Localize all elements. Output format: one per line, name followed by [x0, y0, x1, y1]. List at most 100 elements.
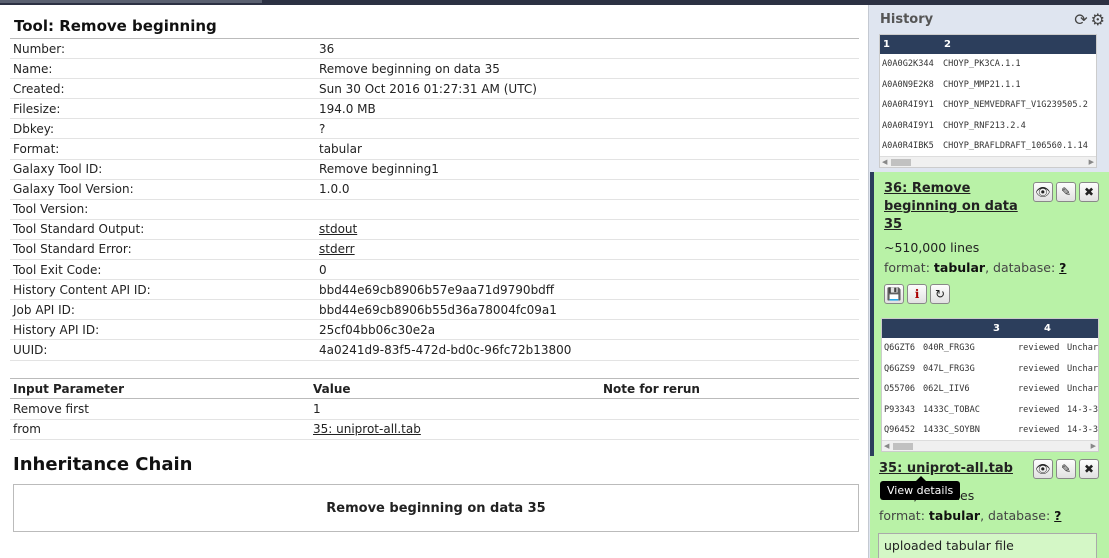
table-row: History API ID: 25cf04bb06c30e2a [10, 319, 859, 341]
peek-row: A0A0N9E2K8 CHOYP_MMP21.1.1 [882, 79, 1021, 90]
rerun-icon[interactable]: ↻ [930, 284, 950, 304]
column-header: Value [310, 378, 600, 399]
field-value: ? [316, 118, 859, 140]
field-label: Number: [10, 38, 316, 60]
input-dataset-link[interactable]: 35: uniprot-all.tab [313, 422, 421, 436]
eye-icon[interactable]: 👁 [1033, 182, 1053, 202]
peek-row: P933431433C_TOBACreviewed14-3-3-lik [884, 404, 1099, 415]
table-row: Tool Exit Code: 0 [10, 259, 859, 281]
peek-column-header: 4 [1044, 323, 1051, 334]
dataset-line-count: ~510,000 lines [884, 240, 980, 255]
history-dataset-36: 36: Remove beginning on data 35 👁 ✎ ✖ ~5… [870, 172, 1109, 500]
pencil-icon[interactable]: ✎ [1056, 459, 1076, 479]
table-row: Galaxy Tool ID: Remove beginning1 [10, 159, 859, 180]
refresh-icon[interactable]: ⟳ [1074, 10, 1087, 29]
peek-row: Q6GZT6040R_FRG3GreviewedUncharacte [884, 343, 1099, 353]
close-icon[interactable]: ✖ [1079, 182, 1099, 202]
peek-row: A0A0R4I9Y1 CHOYP_RNF213.2.4 [882, 120, 1026, 131]
field-value: bbd44e69cb8906b55d36a78004fc09a1 [316, 299, 859, 321]
table-row: Tool Standard Output: stdout [10, 219, 859, 240]
info-icon[interactable]: ℹ [907, 284, 927, 304]
param-name: Remove first [10, 398, 310, 420]
table-row: Dbkey:? [10, 118, 859, 140]
table-row: History Content API ID: bbd44e69cb8906b57… [10, 279, 859, 301]
field-value: 0 [316, 259, 859, 281]
save-icon[interactable]: 💾 [884, 284, 904, 304]
peek-column-header: 2 [944, 39, 951, 50]
dataset-peek: 3 4 Q6GZT6040R_FRG3GreviewedUncharacte Q… [881, 318, 1099, 452]
table-row: Created: Sun 30 Oct 2016 01:27:31 AM (UTC… [10, 78, 859, 100]
close-icon[interactable]: ✖ [1079, 459, 1099, 479]
field-label: UUID: [10, 339, 316, 361]
field-label: Format: [10, 138, 316, 160]
history-panel: History ⟳ ⚙ 1 2 A0A0G2K344 CHOYP_PK3CA.1.… [868, 5, 1109, 558]
param-note [600, 398, 859, 420]
peek-column-header: 1 [883, 39, 890, 50]
dataset-info-text: uploaded tabular file [878, 533, 1097, 558]
table-row: Job API ID: bbd44e69cb8906b55d36a78004fc0… [10, 299, 859, 321]
table-row: Remove first 1 [10, 398, 859, 420]
field-value: Remove beginning1 [316, 159, 859, 180]
param-value: 1 [310, 398, 600, 420]
field-value: bbd44e69cb8906b57e9aa71d9790bdff [316, 279, 859, 301]
peek-scrollbar[interactable]: ◀ ▶ [882, 440, 1098, 451]
field-label: Tool Version: [10, 199, 316, 220]
param-name: from [10, 419, 310, 440]
table-row: Tool Standard Error: stderr [10, 239, 859, 261]
field-label: Dbkey: [10, 118, 316, 140]
field-label: Tool Standard Error: [10, 239, 316, 261]
field-label: Job API ID: [10, 299, 316, 321]
field-label: Galaxy Tool ID: [10, 159, 316, 180]
peek-scrollbar[interactable]: ◀ ▶ [880, 156, 1096, 167]
inheritance-chain-item: Remove beginning on data 35 [13, 484, 859, 532]
column-header: Note for rerun [600, 378, 859, 399]
table-row: Filesize: 194.0 MB [10, 98, 859, 120]
param-note [600, 419, 859, 440]
table-row: from 35: uniprot-all.tab [10, 419, 859, 440]
gear-icon[interactable]: ⚙ [1091, 10, 1105, 29]
field-label: Galaxy Tool Version: [10, 179, 316, 200]
table-header-row: Input Parameter Value Note for rerun [10, 378, 859, 399]
field-label: Tool Standard Output: [10, 219, 316, 240]
database-link[interactable]: ? [1054, 508, 1061, 523]
stdout-link[interactable]: stdout [319, 222, 357, 236]
field-label: Tool Exit Code: [10, 259, 316, 281]
column-header: Input Parameter [10, 378, 310, 399]
inheritance-chain-title: Inheritance Chain [13, 454, 193, 475]
view-details-tooltip: View details [880, 476, 961, 500]
field-label: Filesize: [10, 98, 316, 120]
dataset-title-link[interactable]: 36: Remove beginning on data 35 [884, 180, 1019, 234]
peek-column-header: 3 [993, 323, 1000, 334]
field-value: Remove beginning on data 35 [316, 58, 859, 80]
field-value: 1.0.0 [316, 179, 859, 200]
table-row: Name: Remove beginning on data 35 [10, 58, 859, 80]
page-title: Tool: Remove beginning [14, 17, 217, 35]
pencil-icon[interactable]: ✎ [1056, 182, 1076, 202]
stderr-link[interactable]: stderr [319, 242, 355, 256]
field-value: 25cf04bb06c30e2a [316, 319, 859, 341]
database-link[interactable]: ? [1059, 260, 1066, 275]
peek-header: 3 4 [882, 319, 1098, 338]
field-value: 194.0 MB [316, 98, 859, 120]
dataset-format: format: tabular, database: ? [879, 508, 1062, 523]
main-panel: Tool: Remove beginning Number: 36 Name: Re… [0, 5, 868, 558]
dataset-peek-top: 1 2 A0A0G2K344 CHOYP_PK3CA.1.1 A0A0N9E2K8… [879, 34, 1097, 168]
eye-icon[interactable]: 👁 [1033, 459, 1053, 479]
field-label: History API ID: [10, 319, 316, 341]
field-label: Name: [10, 58, 316, 80]
field-value: tabular [316, 138, 859, 160]
peek-row: A0A0R4I9Y1 CHOYP_NEMVEDRAFT_V1G239505.2 [882, 100, 1088, 110]
peek-row: Q964521433C_SOYBNreviewed14-3-3-lik [884, 425, 1099, 435]
table-row: Format: tabular [10, 138, 859, 160]
peek-row: O55706062L_IIV6reviewedUncharacte [884, 384, 1099, 394]
peek-header: 1 2 [880, 35, 1096, 54]
table-row: Tool Version: [10, 199, 859, 220]
table-row: Number: 36 [10, 38, 859, 60]
field-label: History Content API ID: [10, 279, 316, 301]
table-row: Galaxy Tool Version: 1.0.0 [10, 179, 859, 200]
field-value [316, 199, 859, 220]
dataset-info-table: Number: 36 Name: Remove beginning on data … [10, 38, 859, 361]
peek-row: Q6GZS9047L_FRG3GreviewedUncharacte [884, 363, 1099, 374]
dataset-title-link[interactable]: 35: uniprot-all.tab [879, 460, 1013, 478]
field-value: Sun 30 Oct 2016 01:27:31 AM (UTC) [316, 78, 859, 100]
